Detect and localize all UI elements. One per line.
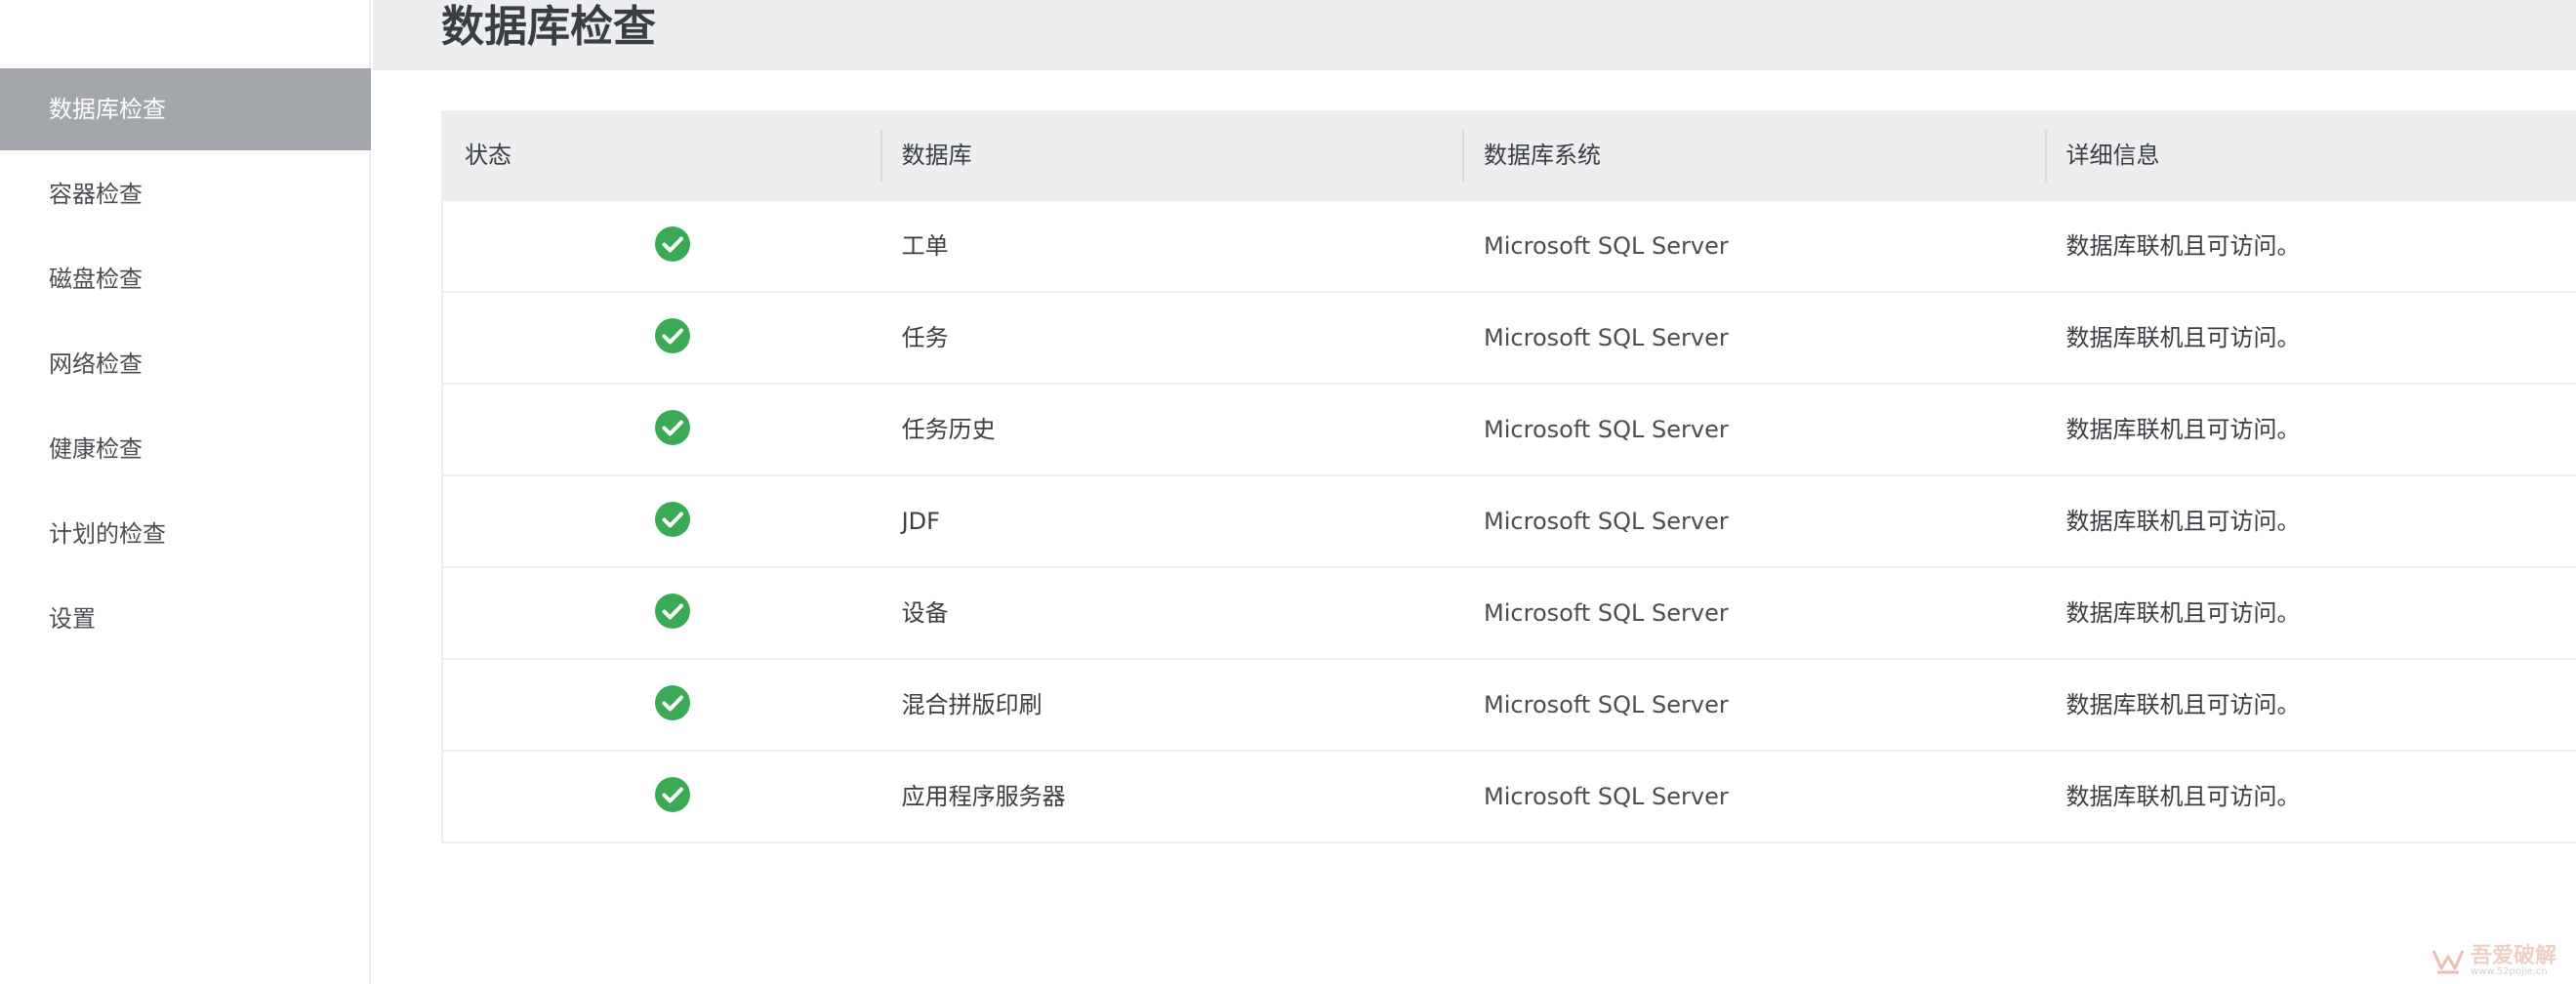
column-header-status[interactable]: 状态 [443, 110, 880, 201]
database-name: 任务 [901, 324, 949, 351]
detail-text: 数据库联机且可访问。 [2065, 416, 2301, 443]
status-cell [443, 568, 880, 658]
database-system: Microsoft SQL Server [1484, 599, 1729, 627]
database-name: JDF [901, 508, 940, 535]
check-circle-icon [655, 502, 690, 537]
check-circle-icon [655, 410, 690, 445]
database-name: 任务历史 [901, 416, 996, 443]
column-header-details[interactable]: 详细信息 [2044, 110, 2576, 201]
sidebar-item-disk-check[interactable]: 磁盘检查 [0, 238, 371, 320]
detail-text: 数据库联机且可访问。 [2065, 599, 2301, 627]
watermark-url: www.52pojie.cn [2470, 966, 2548, 977]
sidebar-item-health-check[interactable]: 健康检查 [0, 408, 371, 490]
sidebar-item-settings[interactable]: 设置 [0, 578, 371, 660]
database-system: Microsoft SQL Server [1484, 508, 1729, 535]
sidebar-item-scheduled-check[interactable]: 计划的检查 [0, 493, 371, 575]
table-row: JDF Microsoft SQL Server 数据库联机且可访问。 [443, 476, 2576, 568]
database-system: Microsoft SQL Server [1484, 783, 1729, 810]
check-circle-icon [655, 318, 690, 353]
watermark-text: 吾爱破解 www.52pojie.cn [2471, 946, 2556, 977]
watermark-icon [2432, 950, 2465, 974]
page-header: 数据库检查 [373, 0, 2576, 70]
detail-text: 数据库联机且可访问。 [2065, 508, 2301, 535]
status-cell [443, 201, 880, 291]
sidebar-item-network-check[interactable]: 网络检查 [0, 323, 371, 405]
page-title: 数据库检查 [441, 2, 656, 52]
detail-text: 数据库联机且可访问。 [2065, 783, 2301, 810]
app-window: 数据库检查 容器检查 磁盘检查 网络检查 健康检查 计划的检查 设置 数据库检查… [0, 0, 2576, 984]
detail-text: 数据库联机且可访问。 [2065, 324, 2301, 351]
database-system: Microsoft SQL Server [1484, 691, 1729, 718]
watermark-logo: 吾爱破解 www.52pojie.cn [2430, 943, 2556, 980]
sidebar-item-container-check[interactable]: 容器检查 [0, 153, 371, 235]
sidebar-nav: 数据库检查 容器检查 磁盘检查 网络检查 健康检查 计划的检查 设置 [0, 68, 371, 663]
table-row: 设备 Microsoft SQL Server 数据库联机且可访问。 [443, 568, 2576, 660]
check-circle-icon [655, 685, 690, 720]
database-name: 混合拼版印刷 [901, 691, 1043, 718]
table-row: 应用程序服务器 Microsoft SQL Server 数据库联机且可访问。 [443, 752, 2576, 843]
database-system: Microsoft SQL Server [1484, 324, 1729, 351]
table-row: 任务 Microsoft SQL Server 数据库联机且可访问。 [443, 293, 2576, 385]
table-row: 混合拼版印刷 Microsoft SQL Server 数据库联机且可访问。 [443, 660, 2576, 752]
column-header-database[interactable]: 数据库 [879, 110, 1462, 201]
status-cell [443, 660, 880, 750]
database-system: Microsoft SQL Server [1484, 232, 1729, 260]
database-system: Microsoft SQL Server [1484, 416, 1729, 443]
status-cell [443, 293, 880, 383]
table-row: 工单 Microsoft SQL Server 数据库联机且可访问。 [443, 201, 2576, 293]
detail-text: 数据库联机且可访问。 [2065, 691, 2301, 718]
status-cell [443, 476, 880, 566]
database-name: 应用程序服务器 [901, 783, 1066, 810]
sidebar: 数据库检查 容器检查 磁盘检查 网络检查 健康检查 计划的检查 设置 [0, 0, 371, 984]
sidebar-item-database-check[interactable]: 数据库检查 [0, 68, 371, 150]
database-name: 设备 [901, 599, 949, 627]
status-cell [443, 385, 880, 474]
status-cell [443, 752, 880, 841]
watermark-title: 吾爱破解 [2470, 944, 2556, 968]
database-table: 状态 数据库 数据库系统 详细信息 工单 Microsoft SQL Serve… [441, 110, 2576, 843]
check-circle-icon [655, 226, 690, 262]
database-name: 工单 [901, 232, 949, 260]
detail-text: 数据库联机且可访问。 [2065, 232, 2301, 260]
table-header: 状态 数据库 数据库系统 详细信息 [443, 110, 2576, 201]
column-header-database-system[interactable]: 数据库系统 [1462, 110, 2044, 201]
table-row: 任务历史 Microsoft SQL Server 数据库联机且可访问。 [443, 385, 2576, 476]
check-circle-icon [655, 777, 690, 812]
check-circle-icon [655, 594, 690, 629]
